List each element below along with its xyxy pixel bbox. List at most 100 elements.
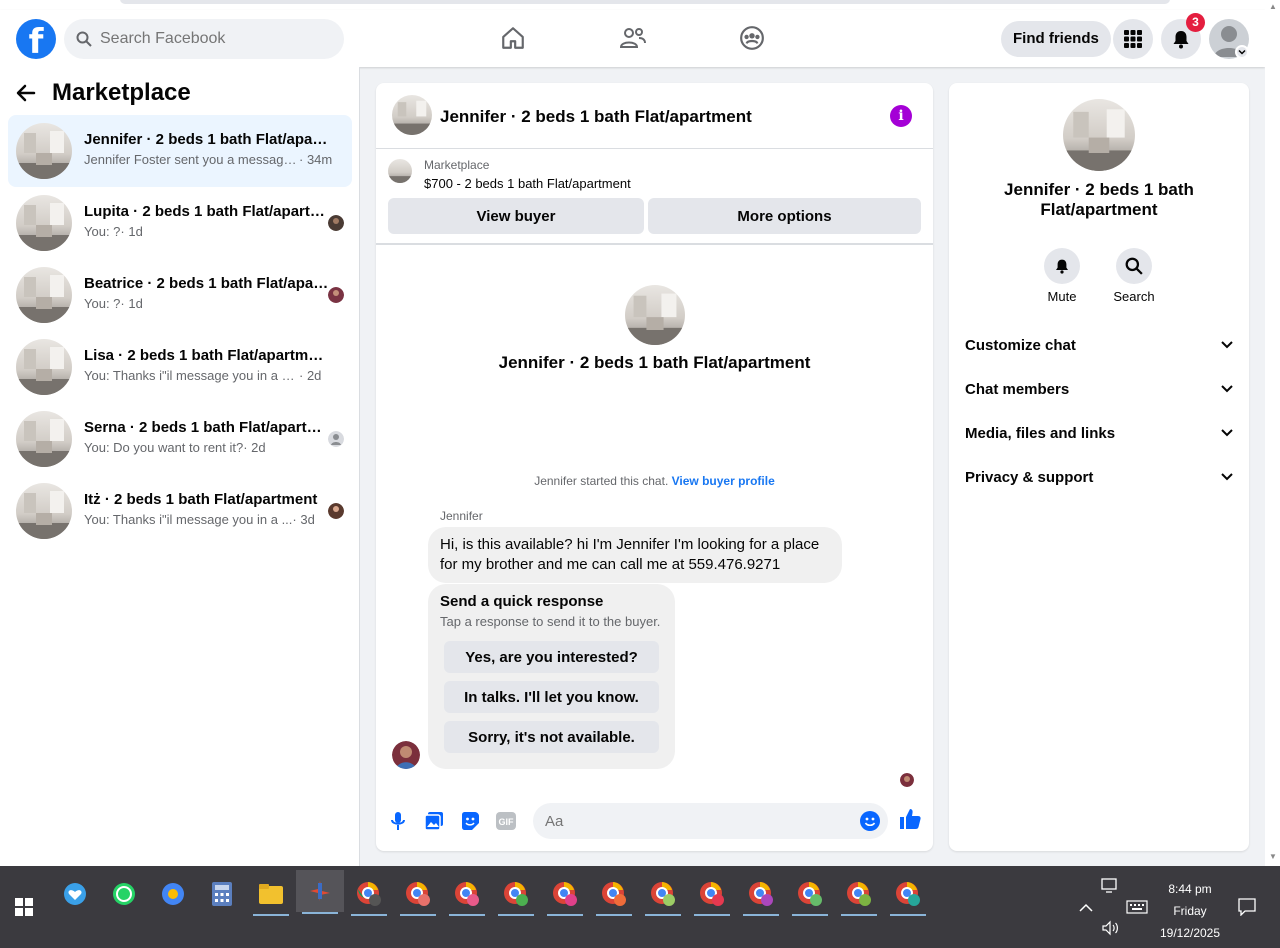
message-composer: GIF	[376, 801, 933, 841]
chrome-profile-icon[interactable]	[594, 874, 634, 916]
chrome-profile-icon[interactable]	[839, 874, 879, 916]
emoji-icon[interactable]	[859, 810, 881, 832]
speaker-icon[interactable]	[1101, 920, 1119, 939]
search-label: Search	[1113, 289, 1155, 304]
sender-avatar[interactable]	[392, 741, 420, 769]
listing-thumbnail	[16, 267, 72, 323]
more-options-button[interactable]: More options	[648, 198, 921, 234]
chat-title[interactable]: Jennifer · 2 beds 1 bath Flat/apartment	[440, 107, 752, 127]
listing-thumbnail[interactable]	[392, 95, 432, 135]
chrome-profile-icon[interactable]	[692, 874, 732, 916]
search-input[interactable]	[100, 30, 320, 48]
back-arrow-icon[interactable]	[16, 83, 36, 103]
info-icon[interactable]: i	[890, 105, 912, 127]
quick-reply-button[interactable]: Sorry, it's not available.	[444, 721, 659, 753]
listing-thumbnail	[16, 339, 72, 395]
listing-small-thumbnail	[388, 159, 412, 183]
listing-thumbnail	[16, 411, 72, 467]
chrome-profile-icon[interactable]	[398, 874, 438, 916]
listing-price: $700 - 2 beds 1 bath Flat/apartment	[424, 176, 631, 191]
facebook-logo[interactable]: f	[16, 19, 56, 59]
search-icon	[76, 31, 92, 47]
sidebar-title: Marketplace	[52, 79, 191, 106]
chrome-profile-icon[interactable]	[741, 874, 781, 916]
search-icon	[1125, 257, 1143, 275]
page-scrollbar[interactable]: ▲ ▼	[1265, 0, 1280, 866]
chrome-profile-icon[interactable]	[643, 874, 683, 916]
listing-banner: Marketplace $700 - 2 beds 1 bath Flat/ap…	[376, 149, 933, 245]
privacy-support-section[interactable]: Privacy & support	[965, 465, 1233, 489]
windows-taskbar: 8:44 pm Friday 19/12/2025	[0, 866, 1280, 948]
chrome-profile-icon[interactable]	[447, 874, 487, 916]
quick-response-card: Send a quick response Tap a response to …	[428, 584, 675, 769]
scroll-down-arrow-icon[interactable]: ▼	[1269, 852, 1277, 861]
search-box[interactable]	[64, 19, 344, 59]
message-input-box[interactable]	[533, 803, 888, 839]
chrome-profile-icon[interactable]	[349, 874, 389, 916]
conversation-item[interactable]: Lisa · 2 beds 1 bath Flat/apartment You:…	[8, 331, 352, 403]
sticker-icon[interactable]	[458, 809, 482, 833]
conversation-name: Jennifer · 2 beds 1 bath Flat/apartment	[84, 131, 329, 148]
conversation-name: Beatrice · 2 beds 1 bath Flat/apartment	[84, 275, 329, 292]
message-input[interactable]	[545, 812, 845, 830]
quick-reply-button[interactable]: In talks. I'll let you know.	[444, 681, 659, 713]
active-app-icon[interactable]	[296, 870, 344, 914]
conversation-item[interactable]: Itż · 2 beds 1 bath Flat/apartment You: …	[8, 475, 352, 547]
conversation-item[interactable]: Jennifer · 2 beds 1 bath Flat/apartment …	[8, 115, 352, 187]
chrome-profile-icon[interactable]	[790, 874, 830, 916]
conversation-item[interactable]: Lupita · 2 beds 1 bath Flat/apartment Yo…	[8, 187, 352, 259]
friends-icon[interactable]	[617, 22, 649, 54]
microphone-icon[interactable]	[386, 809, 410, 833]
home-icon[interactable]	[497, 22, 529, 54]
view-buyer-profile-link[interactable]: View buyer profile	[672, 474, 775, 488]
browser-top-strip	[0, 0, 1265, 10]
chevron-down-icon	[1221, 385, 1233, 393]
show-hidden-icons-chevron-icon[interactable]	[1079, 900, 1093, 916]
account-chevron-down-icon[interactable]	[1235, 45, 1249, 59]
calculator-icon[interactable]	[202, 874, 242, 914]
google-photos-icon[interactable]	[153, 874, 193, 914]
notification-badge: 3	[1186, 13, 1205, 32]
conversation-snippet: You: Do you want to rent it? · 2d	[84, 440, 266, 455]
find-friends-button[interactable]: Find friends	[1001, 21, 1111, 57]
search-conversation-button[interactable]: Search	[1104, 248, 1164, 304]
system-clock[interactable]: 8:44 pm Friday 19/12/2025	[1150, 878, 1230, 944]
buyer-mini-avatar	[328, 503, 344, 519]
whatsapp-icon[interactable]	[104, 874, 144, 914]
top-navigation-bar: f Find friends 3	[0, 10, 1265, 67]
conversation-item[interactable]: Beatrice · 2 beds 1 bath Flat/apartment …	[8, 259, 352, 331]
chrome-profile-icon[interactable]	[545, 874, 585, 916]
conversation-snippet: Jennifer Foster sent you a message ... · …	[84, 152, 333, 167]
conversation-name: Lupita · 2 beds 1 bath Flat/apartment	[84, 203, 329, 220]
quick-reply-button[interactable]: Yes, are you interested?	[444, 641, 659, 673]
notification-center-icon[interactable]	[1238, 898, 1256, 919]
customize-chat-section[interactable]: Customize chat	[965, 333, 1233, 357]
groups-icon[interactable]	[736, 22, 768, 54]
conversation-snippet: You: ? · 1d	[84, 224, 143, 239]
info-title: Jennifer · 2 beds 1 bath Flat/apartment	[1004, 180, 1194, 219]
windows-start-icon[interactable]	[4, 887, 44, 927]
scroll-up-arrow-icon[interactable]: ▲	[1269, 2, 1277, 11]
thumbs-up-icon[interactable]	[898, 807, 922, 831]
mute-button[interactable]: Mute	[1032, 248, 1092, 304]
chrome-profile-icon[interactable]	[888, 874, 928, 916]
media-files-links-section[interactable]: Media, files and links	[965, 421, 1233, 445]
chrome-profile-icon[interactable]	[496, 874, 536, 916]
chat-header: Jennifer · 2 beds 1 bath Flat/apartment …	[376, 83, 933, 149]
chat-members-section[interactable]: Chat members	[965, 377, 1233, 401]
conversation-item[interactable]: Serna · 2 beds 1 bath Flat/apartment You…	[8, 403, 352, 475]
buyer-mini-avatar	[328, 287, 344, 303]
view-buyer-button[interactable]: View buyer	[388, 198, 644, 234]
conversation-snippet: You: Thanks i"il message you in a ... · 3…	[84, 512, 315, 527]
chevron-down-icon	[1221, 341, 1233, 349]
photo-icon[interactable]	[422, 809, 446, 833]
keyboard-icon[interactable]	[1126, 900, 1148, 917]
chat-intro-title: Jennifer · 2 beds 1 bath Flat/apartment	[498, 353, 811, 372]
network-icon[interactable]	[1101, 878, 1119, 897]
file-explorer-icon[interactable]	[251, 874, 291, 916]
chevron-down-icon	[1221, 429, 1233, 437]
gif-icon[interactable]: GIF	[494, 809, 518, 833]
app-heart-icon[interactable]	[55, 874, 95, 914]
conversation-name: Lisa · 2 beds 1 bath Flat/apartment	[84, 347, 329, 364]
menu-grid-icon[interactable]	[1113, 19, 1153, 59]
